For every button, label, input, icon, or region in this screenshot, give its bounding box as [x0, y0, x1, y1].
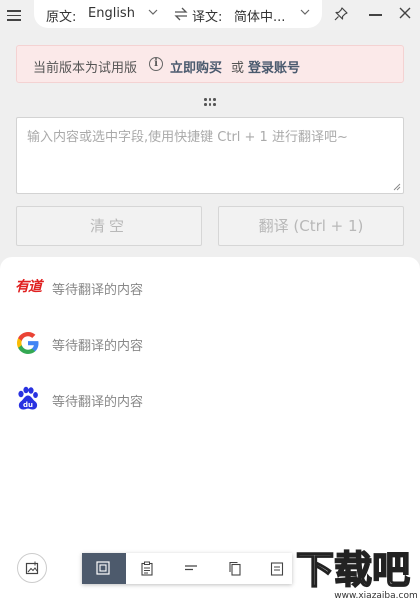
- title-bar: 原文: English 译文: 简体中...: [0, 0, 420, 30]
- screenshot-ocr-icon: [96, 561, 110, 575]
- result-text: 等待翻译的内容: [52, 283, 144, 298]
- result-item-baidu: du 等待翻译的内容: [0, 381, 420, 417]
- baidu-logo-icon: du: [18, 386, 38, 410]
- source-text-input[interactable]: [17, 118, 403, 193]
- google-logo-icon: [17, 332, 39, 354]
- result-item-youdao: 有道 等待翻译的内容: [0, 269, 420, 305]
- source-language-label: 原文:: [46, 10, 77, 25]
- copy-icon: [229, 561, 241, 576]
- swap-icon[interactable]: [174, 7, 188, 21]
- tool-copy[interactable]: [214, 553, 258, 584]
- source-language-select[interactable]: English: [88, 6, 135, 21]
- image-icon: [25, 561, 39, 575]
- trial-notice: 当前版本为试用版 i 立即购买 或 登录账号: [16, 45, 404, 83]
- svg-text:du: du: [23, 401, 33, 409]
- result-text: 等待翻译的内容: [52, 339, 144, 354]
- floating-toolbar: [82, 553, 292, 584]
- minimize-icon[interactable]: [369, 14, 382, 16]
- result-text: 等待翻译的内容: [52, 395, 144, 410]
- result-item-google: 等待翻译的内容: [0, 325, 420, 361]
- translate-button[interactable]: 翻译 (Ctrl + 1): [218, 206, 404, 246]
- tool-screenshot-ocr[interactable]: [82, 553, 126, 584]
- tool-text[interactable]: [170, 553, 214, 584]
- text-align-icon: [185, 565, 197, 571]
- menu-icon[interactable]: [6, 7, 22, 23]
- chevron-down-icon[interactable]: [148, 7, 158, 17]
- source-text-box: [16, 117, 404, 194]
- or-text: 或: [231, 61, 245, 76]
- document-icon: [270, 562, 284, 576]
- pin-icon[interactable]: [333, 6, 349, 22]
- chevron-down-icon[interactable]: [300, 7, 310, 17]
- svg-text:www.xiazaiba.com: www.xiazaiba.com: [334, 591, 418, 600]
- resize-grip-icon[interactable]: [393, 183, 401, 191]
- svg-text:下载吧: 下载吧: [296, 548, 410, 592]
- login-link[interactable]: 登录账号: [248, 57, 300, 76]
- trial-notice-text: 当前版本为试用版: [33, 61, 138, 76]
- buy-now-link[interactable]: 立即购买: [170, 57, 222, 76]
- tool-clipboard[interactable]: [126, 553, 170, 584]
- info-icon: i: [149, 57, 163, 71]
- youdao-logo-icon: 有道: [15, 279, 42, 295]
- target-language-label: 译文:: [192, 10, 223, 25]
- language-selector: 原文: English 译文: 简体中...: [34, 0, 322, 28]
- clear-button[interactable]: 清空: [16, 206, 202, 246]
- screenshot-button[interactable]: [17, 553, 47, 583]
- close-icon[interactable]: [398, 6, 412, 20]
- drag-handle-icon[interactable]: [204, 98, 216, 106]
- watermark-logo: 下载吧 www.xiazaiba.com: [286, 543, 420, 600]
- clipboard-icon: [141, 561, 153, 576]
- target-language-select[interactable]: 简体中...: [234, 6, 285, 25]
